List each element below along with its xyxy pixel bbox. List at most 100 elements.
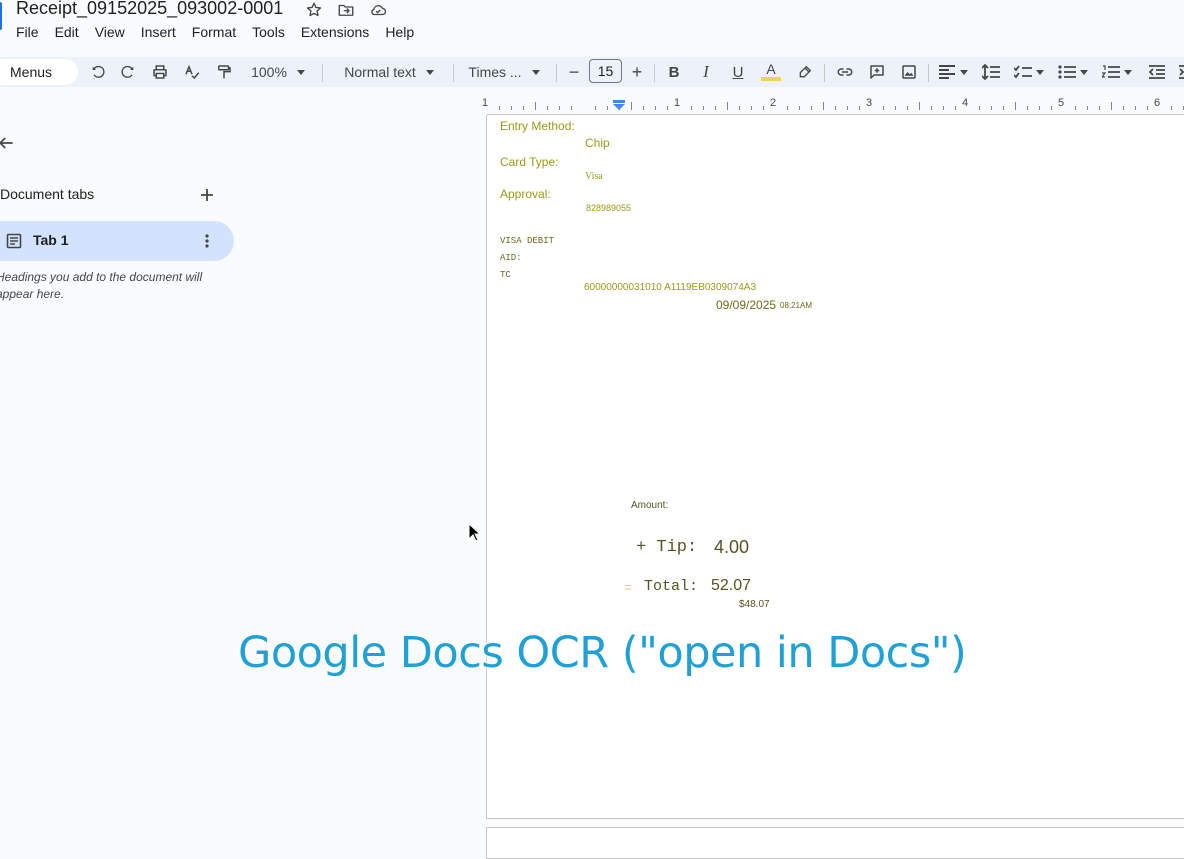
menu-insert[interactable]: Insert bbox=[133, 22, 184, 44]
toolbar-divider bbox=[453, 64, 454, 82]
docs-logo[interactable] bbox=[0, 2, 2, 30]
print-icon[interactable] bbox=[148, 57, 172, 87]
bold-icon: B bbox=[668, 63, 680, 81]
move-to-folder-icon[interactable] bbox=[335, 0, 357, 20]
menus-label: Menus bbox=[10, 64, 53, 80]
approval-value: 828989055 bbox=[586, 203, 632, 213]
italic-button[interactable]: I bbox=[696, 57, 716, 87]
underline-button[interactable]: U bbox=[728, 57, 748, 87]
horizontal-ruler[interactable] bbox=[487, 96, 1184, 114]
font-size-input[interactable]: 15 bbox=[589, 59, 622, 83]
card-type-value: Visa bbox=[585, 171, 603, 182]
increase-indent-icon[interactable] bbox=[1176, 57, 1184, 87]
line-spacing-icon[interactable] bbox=[980, 57, 1002, 87]
overlay-caption: Google Docs OCR ("open in Docs") bbox=[238, 628, 967, 678]
document-tab-icon bbox=[6, 233, 22, 249]
insert-image-icon[interactable] bbox=[898, 57, 920, 87]
text-color-swatch bbox=[761, 77, 781, 81]
menu-file[interactable]: File bbox=[8, 22, 47, 44]
toolbar-divider bbox=[322, 64, 323, 82]
menu-help[interactable]: Help bbox=[377, 22, 422, 44]
underline-icon: U bbox=[732, 63, 744, 81]
back-arrow-icon[interactable] bbox=[0, 133, 16, 153]
document-page[interactable] bbox=[486, 115, 1184, 819]
toolbar-divider bbox=[654, 64, 655, 82]
zoom-select[interactable]: 100% bbox=[248, 57, 308, 87]
ruler-number: 1 bbox=[482, 97, 489, 109]
tip-value: 4.00 bbox=[714, 537, 750, 557]
toolbar: Menus 100% Normal text Times ... − 15 + … bbox=[0, 57, 1184, 87]
star-icon[interactable] bbox=[303, 0, 325, 20]
checklist-select[interactable] bbox=[1014, 57, 1044, 87]
document-title[interactable]: Receipt_09152025_093002-0001 bbox=[16, 0, 283, 19]
ruler-ticks bbox=[499, 102, 1184, 110]
approval-label: Approval: bbox=[500, 187, 551, 201]
menu-tools[interactable]: Tools bbox=[244, 22, 293, 44]
paint-format-icon[interactable] bbox=[212, 57, 236, 87]
toolbar-divider bbox=[556, 64, 557, 82]
insert-link-icon[interactable] bbox=[834, 57, 856, 87]
menu-format[interactable]: Format bbox=[184, 22, 244, 44]
add-comment-icon[interactable] bbox=[866, 57, 888, 87]
total-label: Total: bbox=[644, 578, 699, 595]
total-equals: = bbox=[624, 579, 633, 595]
menu-edit[interactable]: Edit bbox=[47, 22, 87, 44]
spellcheck-icon[interactable] bbox=[180, 57, 204, 87]
italic-icon: I bbox=[703, 62, 709, 81]
toolbar-divider bbox=[928, 64, 929, 82]
add-tab-icon[interactable] bbox=[197, 185, 217, 205]
cloud-saved-icon[interactable] bbox=[367, 0, 389, 20]
align-select[interactable] bbox=[938, 57, 968, 87]
checklist-icon bbox=[1014, 65, 1032, 79]
menus-search-button[interactable]: Menus bbox=[0, 59, 78, 85]
document-tabs-heading: Document tabs bbox=[0, 186, 95, 202]
ruler-number: 3 bbox=[866, 97, 873, 109]
headings-hint: Headings you add to the document will ap… bbox=[0, 270, 203, 301]
chevron-down-icon bbox=[425, 69, 434, 75]
text-color-button[interactable]: A bbox=[760, 57, 782, 87]
card-type-label: Card Type: bbox=[500, 155, 559, 169]
toolbar-divider bbox=[824, 64, 825, 82]
bold-button[interactable]: B bbox=[664, 57, 684, 87]
menu-view[interactable]: View bbox=[87, 22, 133, 44]
more-vert-icon[interactable] bbox=[198, 231, 216, 251]
aid-label: AID: bbox=[500, 253, 522, 263]
entry-method-label: Entry Method: bbox=[500, 119, 575, 133]
undo-icon[interactable] bbox=[86, 57, 110, 87]
ruler-number: 2 bbox=[770, 97, 777, 109]
bulleted-list-select[interactable] bbox=[1058, 57, 1088, 87]
decrease-indent-icon[interactable] bbox=[1146, 57, 1168, 87]
tip-label: + Tip: bbox=[636, 538, 698, 557]
tab-label[interactable]: Tab 1 bbox=[33, 232, 69, 248]
paragraph-style-value: Normal text bbox=[344, 64, 416, 80]
paragraph-style-select[interactable]: Normal text bbox=[335, 57, 443, 87]
ruler-number: 1 bbox=[674, 97, 681, 109]
text-color-icon: A bbox=[766, 61, 776, 77]
font-family-select[interactable]: Times ... bbox=[464, 57, 544, 87]
total-value: 52.07 bbox=[711, 577, 752, 594]
chevron-down-icon bbox=[531, 69, 540, 75]
chevron-down-icon bbox=[1036, 69, 1044, 75]
document-page-2[interactable] bbox=[486, 827, 1184, 859]
transaction-time: 08:21AM bbox=[780, 301, 813, 310]
indent-marker-icon[interactable] bbox=[613, 100, 625, 110]
chevron-down-icon bbox=[1124, 69, 1132, 75]
increase-font-size-button[interactable]: + bbox=[628, 57, 646, 87]
numbered-list-select[interactable] bbox=[1102, 57, 1132, 87]
minus-icon: − bbox=[568, 61, 580, 82]
align-left-icon bbox=[938, 65, 955, 79]
menu-extensions[interactable]: Extensions bbox=[293, 22, 377, 44]
redo-icon[interactable] bbox=[116, 57, 140, 87]
amount-label: Amount: bbox=[631, 500, 669, 511]
decrease-font-size-button[interactable]: − bbox=[565, 57, 583, 87]
tc-label: TC bbox=[500, 270, 511, 280]
entry-method-value: Chip bbox=[585, 136, 610, 150]
plus-icon: + bbox=[631, 61, 643, 82]
aid-tc-value: 60000000031010 A1119EB0309074A3 bbox=[584, 282, 757, 293]
font-family-value: Times ... bbox=[468, 64, 522, 80]
bulleted-list-icon bbox=[1058, 65, 1076, 79]
visa-debit-label: VISA DEBIT bbox=[500, 236, 555, 246]
subtotal-value: $48.07 bbox=[739, 599, 770, 610]
ruler-number: 6 bbox=[1154, 97, 1161, 109]
highlight-icon[interactable] bbox=[794, 57, 816, 87]
